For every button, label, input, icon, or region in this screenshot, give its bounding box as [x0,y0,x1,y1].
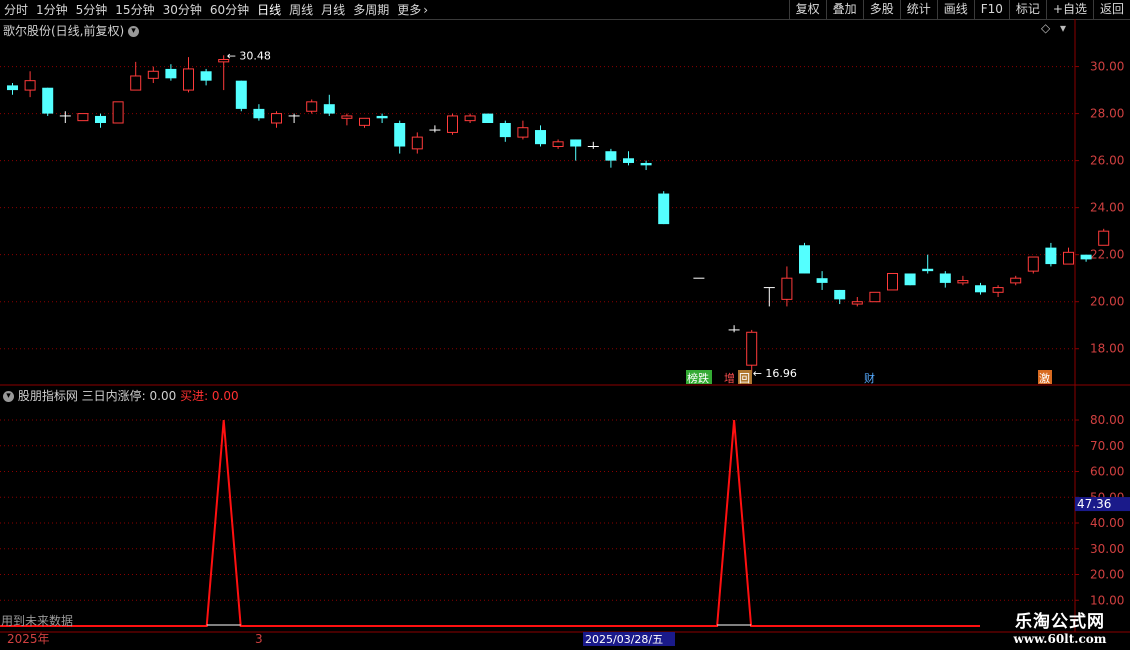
candle-body [992,287,1004,293]
low-price-label: ← 16.96 [753,367,797,380]
candle-body [183,68,194,91]
candle-body [447,115,458,133]
candle-body [323,104,335,114]
candle-body [112,101,124,124]
candle-body [1080,254,1092,260]
y-tick-label: 70.00 [1090,439,1124,453]
month-label: 3 [255,632,263,646]
candle-body [24,80,36,91]
candle-body [623,158,634,163]
y-tick-label: 10.00 [1090,593,1124,607]
candle-body [130,75,142,91]
candle-body [939,273,951,283]
current-value-label: 47.36 [1077,497,1111,511]
candle-body [975,285,986,293]
candle-body [359,117,370,126]
event-tag: 激 [1039,371,1050,385]
candle-body [147,70,159,79]
candle-body [605,151,617,161]
candle-body [411,136,423,150]
y-tick-label: 26.00 [1090,154,1124,168]
candle-body [570,139,582,147]
y-tick-label: 30.00 [1090,542,1124,556]
candle-body [887,272,898,291]
candle-body [851,301,863,305]
y-tick-label: 20.00 [1090,568,1124,582]
candle-body [957,280,969,284]
candle-body [1027,256,1039,272]
future-data-warning: 用到未来数据 [1,613,73,628]
candle-body [42,87,54,114]
candle-body [499,123,511,138]
candle-body [781,277,793,300]
y-tick-label: 20.00 [1090,295,1124,309]
candle-body [200,71,212,81]
candle-body [253,108,265,119]
event-tag: 增 [724,371,735,385]
candle-body [640,162,652,166]
high-price-label: ← 30.48 [227,49,271,62]
event-tag: 回 [739,372,750,385]
candle-body [922,268,934,272]
candle-body [394,123,406,147]
candle-body [904,273,916,286]
candle-body [95,115,106,123]
candle-body [165,68,177,79]
y-tick-label: 22.00 [1090,248,1124,262]
y-tick-label: 60.00 [1090,465,1124,479]
candle-body [306,101,318,112]
candle-body [1010,277,1022,284]
candle-body [746,331,758,366]
candle-body [464,115,476,122]
candle-body [7,85,18,91]
candle-body [77,113,89,122]
event-tag: 榜跌 [687,371,709,385]
y-tick-label: 18.00 [1090,342,1124,356]
candle-body [552,141,564,148]
kline-chart[interactable]: 30.00 28.00 26.00 24.00 22.00 20.00 18.00 80.00… [0,0,1130,650]
candle-body [271,113,282,124]
date-cursor-label: 2025/03/28/五 [585,633,663,646]
y-tick-label: 24.00 [1090,201,1124,215]
candle-body [1045,247,1057,265]
candle-body [1098,230,1110,246]
event-tag: 财 [864,371,875,385]
y-tick-label: 40.00 [1090,516,1124,530]
watermark-logo: 乐淘公式网 www.60lt.com [1000,607,1120,646]
candle-body [816,278,828,283]
candle-body [1063,251,1074,265]
y-tick-label: 28.00 [1090,107,1124,121]
candle-body [658,193,670,225]
watermark-title: 乐淘公式网 [1015,612,1105,632]
watermark-url: www.60lt.com [1013,632,1107,646]
candle-body [341,115,353,119]
candle-body [535,130,546,145]
candle-body [376,115,388,119]
candle-body [834,289,846,300]
candle-body [517,127,529,138]
y-tick-label: 80.00 [1090,413,1124,427]
candle-body [482,113,494,123]
candle-body [799,245,810,274]
candle-body [869,291,881,303]
year-label: 2025年 [7,632,50,646]
y-tick-label: 30.00 [1090,60,1124,74]
candle-body [235,80,247,109]
